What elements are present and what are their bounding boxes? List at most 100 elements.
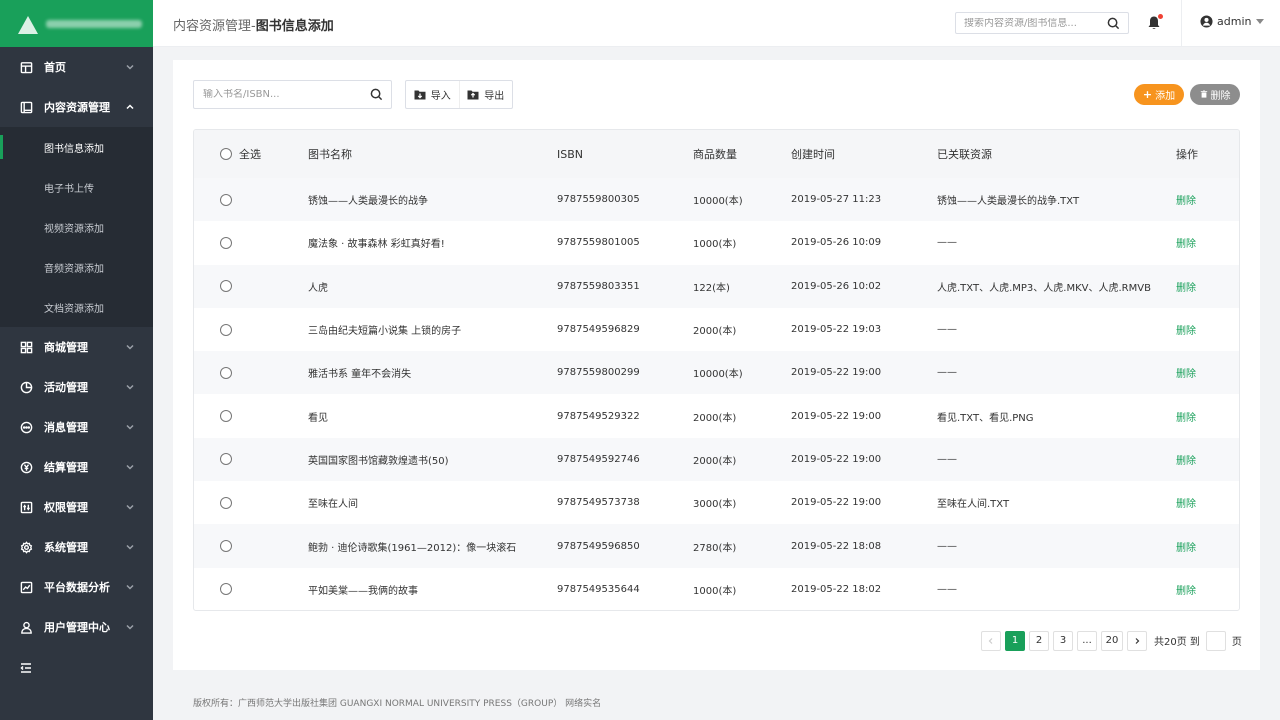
- sidebar-item-system[interactable]: 系统管理: [0, 527, 153, 567]
- chevron-down-icon: [125, 342, 135, 352]
- book-resources: ——: [937, 583, 957, 595]
- chevron-down-icon: [125, 582, 135, 592]
- sidebar: 首页 内容资源管理 图书信息添加 电子书上传 视频资源添加 音频资源添加 文档资…: [0, 0, 153, 720]
- sidebar-item-settlement[interactable]: 结算管理: [0, 447, 153, 487]
- sidebar-subitem-ebook-upload[interactable]: 电子书上传: [0, 167, 153, 207]
- page-button[interactable]: 3: [1053, 630, 1073, 651]
- row-radio[interactable]: [220, 236, 232, 249]
- book-resources: ——: [937, 453, 957, 465]
- row-delete-link[interactable]: 删除: [1176, 409, 1196, 424]
- row-radio[interactable]: [220, 453, 232, 466]
- global-search: [955, 12, 1129, 34]
- page-button[interactable]: 1: [1005, 630, 1025, 651]
- logo[interactable]: [0, 0, 153, 47]
- book-resources: 人虎.TXT、人虎.MP3、人虎.MKV、人虎.RMVB: [937, 282, 1151, 294]
- book-isbn: 9787549596850: [557, 540, 640, 552]
- sidebar-item-mall[interactable]: 商城管理: [0, 327, 153, 367]
- logo-icon: [18, 14, 38, 34]
- table-row: 雅活书系 童年不会消失 9787559800299 10000(本) 2019-05-…: [194, 351, 1239, 395]
- row-delete-link[interactable]: 删除: [1176, 539, 1196, 554]
- select-all[interactable]: 全选: [220, 146, 261, 162]
- book-name: 魔法象 · 故事森林 彩虹真好看!: [308, 239, 445, 251]
- book-name: 英国国家图书馆藏敦煌遗书(50): [308, 455, 449, 467]
- sidebar-item-users[interactable]: 用户管理中心: [0, 607, 153, 647]
- chevron-down-icon: [125, 542, 135, 552]
- row-delete-link[interactable]: 删除: [1176, 452, 1196, 467]
- goto-page-input[interactable]: [1205, 630, 1226, 651]
- notification-bell-icon[interactable]: [1147, 14, 1163, 31]
- row-radio[interactable]: [220, 193, 232, 206]
- sidebar-item-label: 系统管理: [44, 541, 88, 554]
- global-search-input[interactable]: [964, 17, 1099, 29]
- book-resources: 至味在人间.TXT: [937, 499, 1010, 511]
- sidebar-subitem-video-add[interactable]: 视频资源添加: [0, 207, 153, 247]
- table-row: 三岛由纪夫短篇小说集 上锁的房子 9787549596829 2000(本) 2019…: [194, 308, 1239, 351]
- book-search-input[interactable]: [203, 89, 363, 100]
- row-delete-link[interactable]: 删除: [1176, 322, 1196, 337]
- select-all-radio[interactable]: [220, 148, 232, 160]
- row-delete-link[interactable]: 删除: [1176, 192, 1196, 207]
- add-button[interactable]: + 添加: [1134, 84, 1184, 105]
- book-time: 2019-05-22 19:03: [791, 324, 882, 336]
- sidebar-item-content[interactable]: 内容资源管理: [0, 87, 153, 127]
- search-icon[interactable]: [370, 88, 383, 104]
- column-header-name: 图书名称: [308, 148, 352, 161]
- total-pages-text: 共20页 到: [1154, 637, 1200, 648]
- row-radio[interactable]: [220, 496, 232, 509]
- import-export-group: 导入 导出: [405, 80, 513, 109]
- sidebar-item-label: 消息管理: [44, 421, 88, 434]
- row-delete-link[interactable]: 删除: [1176, 582, 1196, 597]
- breadcrumb: 内容资源管理-图书信息添加: [173, 15, 334, 34]
- search-icon[interactable]: [1107, 17, 1120, 30]
- row-delete-link[interactable]: 删除: [1176, 279, 1196, 294]
- page-button[interactable]: 20: [1101, 630, 1123, 651]
- plus-icon: +: [1142, 88, 1153, 101]
- prev-page-button[interactable]: [981, 630, 1001, 651]
- avatar-icon: [1200, 15, 1213, 28]
- row-radio[interactable]: [220, 323, 232, 336]
- import-button[interactable]: 导入: [406, 81, 459, 108]
- sidebar-item-activity[interactable]: 活动管理: [0, 367, 153, 407]
- book-time: 2019-05-22 19:00: [791, 453, 882, 465]
- calendar-icon: [20, 61, 33, 74]
- row-delete-link[interactable]: 删除: [1176, 235, 1196, 250]
- delete-button[interactable]: 删除: [1190, 84, 1240, 105]
- row-radio[interactable]: [220, 280, 232, 293]
- collapse-menu-icon[interactable]: [20, 662, 32, 674]
- sidebar-item-permission[interactable]: 权限管理: [0, 487, 153, 527]
- row-radio[interactable]: [220, 410, 232, 423]
- column-header-resources: 已关联资源: [937, 148, 992, 161]
- sidebar-subitem-audio-add[interactable]: 音频资源添加: [0, 247, 153, 287]
- row-delete-link[interactable]: 删除: [1176, 495, 1196, 510]
- sidebar-item-message[interactable]: 消息管理: [0, 407, 153, 447]
- table-row: 人虎 9787559803351 122(本) 2019-05-26 10:02 人虎.…: [194, 264, 1239, 308]
- book-name: 至味在人间: [308, 499, 358, 511]
- export-button[interactable]: 导出: [458, 81, 513, 108]
- sidebar-subitem-doc-add[interactable]: 文档资源添加: [0, 287, 153, 327]
- book-name: 雅活书系 童年不会消失: [308, 369, 412, 381]
- row-radio[interactable]: [220, 583, 232, 596]
- table-row: 魔法象 · 故事森林 彩虹真好看! 9787559801005 1000(本) 201…: [194, 221, 1239, 264]
- next-page-button[interactable]: [1127, 630, 1147, 651]
- book-name: 看见: [308, 412, 328, 424]
- table-body: 锈蚀——人类最漫长的战争 9787559800305 10000(本) 2019-05…: [194, 178, 1239, 610]
- sidebar-item-home[interactable]: 首页: [0, 47, 153, 87]
- page-button[interactable]: 2: [1029, 630, 1049, 651]
- book-isbn: 9787549592746: [557, 453, 640, 465]
- breadcrumb-parent[interactable]: 内容资源管理-: [173, 19, 256, 34]
- import-label: 导入: [430, 91, 451, 102]
- chart-icon: [20, 581, 33, 594]
- book-isbn: 9787549596829: [557, 324, 640, 336]
- sidebar-item-label: 商城管理: [44, 341, 88, 354]
- book-qty: 2780(本): [693, 542, 737, 554]
- sidebar-subitem-book-info[interactable]: 图书信息添加: [0, 127, 153, 167]
- row-radio[interactable]: [220, 366, 232, 379]
- user-menu[interactable]: admin: [1200, 15, 1265, 28]
- book-qty: 2000(本): [693, 412, 737, 424]
- row-delete-link[interactable]: 删除: [1176, 365, 1196, 380]
- page-ellipsis[interactable]: ...: [1077, 630, 1097, 651]
- book-isbn: 9787559803351: [557, 280, 640, 292]
- book-time: 2019-05-22 18:08: [791, 540, 882, 552]
- row-radio[interactable]: [220, 540, 232, 553]
- sidebar-item-analytics[interactable]: 平台数据分析: [0, 567, 153, 607]
